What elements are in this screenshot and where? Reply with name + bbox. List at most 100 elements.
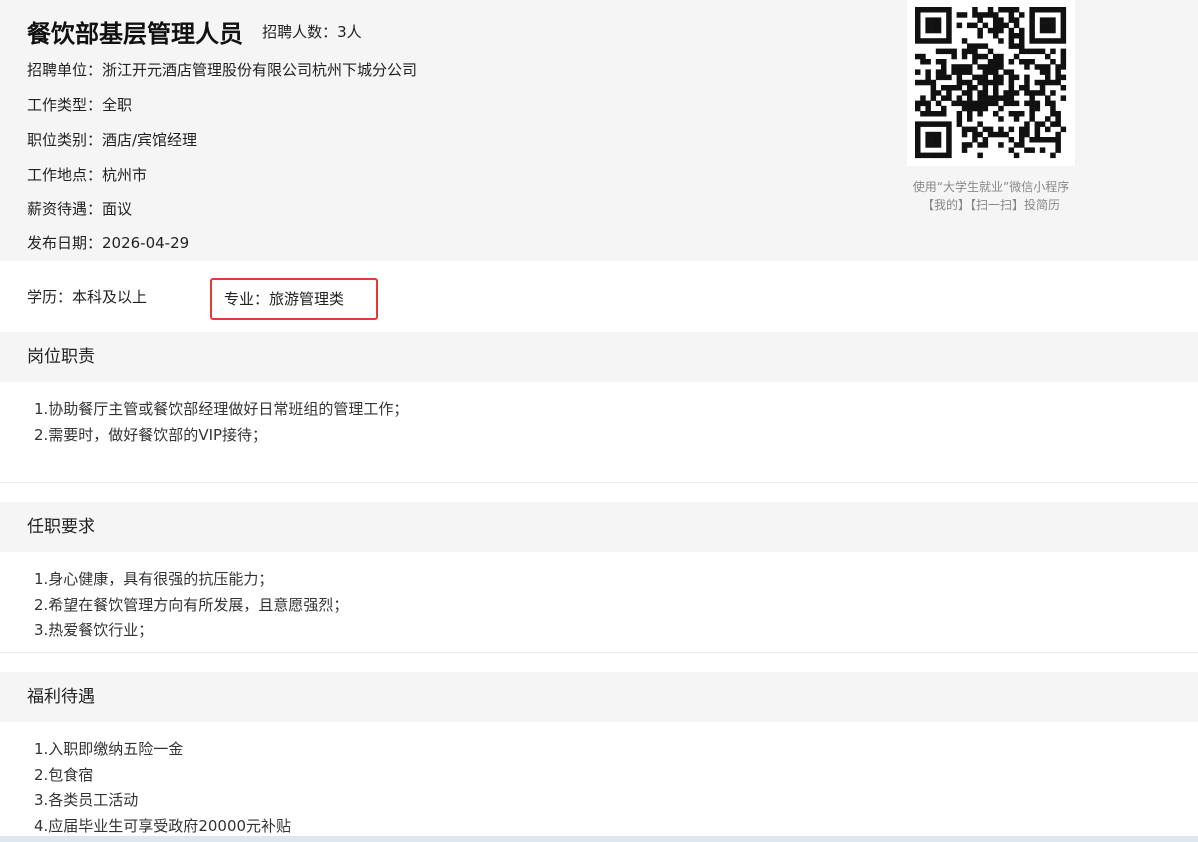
qr-module (1039, 38, 1046, 44)
qr-module (993, 12, 999, 18)
qr-module (1055, 74, 1061, 81)
qr-module (915, 147, 921, 153)
qr-module (967, 111, 973, 117)
qr-module (930, 27, 937, 34)
qr-module (930, 121, 937, 127)
qr-module (1050, 79, 1056, 86)
qr-caption-line2: 【我的】【扫一扫】投简历 (921, 198, 1060, 212)
qr-module (977, 27, 983, 34)
qr-module (987, 131, 994, 138)
qr-module (1024, 64, 1030, 70)
qr-module (1013, 74, 1020, 81)
qr-module (998, 59, 1004, 65)
qr-module (972, 105, 978, 112)
qr-module (951, 100, 957, 107)
qr-module (935, 7, 942, 13)
qr-module (1008, 100, 1015, 107)
qr-module (1029, 100, 1035, 107)
section-duties-header: 岗位职责 (0, 332, 1198, 382)
qr-module (946, 38, 952, 44)
qr-module (1034, 38, 1041, 44)
section-benefits-title: 福利待遇 (27, 687, 95, 707)
qr-module (1055, 64, 1061, 70)
qr-module (1003, 90, 1009, 96)
qr-module (1055, 121, 1061, 127)
section-requirements-list: 1.身心健康，具有很强的抗压能力； 2.希望在餐饮管理方向有所发展，且意愿强烈；… (34, 567, 348, 644)
qr-module (1045, 27, 1051, 34)
qr-module (930, 142, 937, 148)
qr-module (998, 7, 1004, 13)
qr-module (1045, 22, 1051, 29)
qr-module (1003, 7, 1009, 13)
qr-module (998, 27, 1004, 34)
qr-module (920, 79, 926, 86)
qr-module (1019, 38, 1025, 44)
qr-module (993, 131, 999, 138)
qr-module (1055, 7, 1061, 13)
qr-code[interactable] (907, 0, 1075, 166)
qr-module (987, 95, 994, 101)
qr-module (987, 69, 994, 75)
qr-module (982, 53, 989, 60)
qr-module (930, 90, 937, 96)
qr-module (1019, 131, 1025, 138)
qr-module (1060, 74, 1067, 81)
qr-module (935, 142, 942, 148)
qr-module (1050, 121, 1056, 127)
qr-module (1024, 90, 1030, 96)
qr-module (941, 38, 947, 44)
qr-caption: 使用“大学生就业”微信小程序 【我的】【扫一扫】投简历 (880, 178, 1102, 214)
section-duties-title: 岗位职责 (27, 347, 95, 367)
qr-module (1060, 53, 1067, 60)
qr-module (982, 69, 989, 75)
qr-module (1039, 90, 1046, 96)
qr-module (1060, 22, 1067, 29)
qr-module (987, 59, 994, 65)
qr-module (1039, 7, 1046, 13)
qr-module (1034, 48, 1041, 55)
qr-module (1050, 27, 1056, 34)
qr-module (925, 152, 931, 159)
qr-module (1019, 48, 1025, 55)
qr-module (946, 131, 952, 138)
qr-module (930, 17, 937, 23)
qr-module (1013, 90, 1020, 96)
qr-module (1034, 121, 1041, 127)
qr-module (956, 22, 963, 29)
qr-module (982, 85, 989, 91)
qr-module (998, 17, 1004, 23)
qr-module (1034, 126, 1041, 133)
qr-module (1050, 48, 1056, 55)
section-requirements-header: 任职要求 (0, 502, 1198, 552)
qr-module (961, 69, 968, 75)
qr-module (1039, 85, 1046, 91)
qr-module (1039, 137, 1046, 143)
qr-module (1034, 64, 1041, 70)
qr-module (1045, 100, 1051, 107)
qr-module (993, 69, 999, 75)
qr-module (1050, 137, 1056, 143)
qr-module (967, 95, 973, 101)
qr-module (920, 53, 926, 60)
qr-module (1060, 126, 1067, 133)
qr-module (920, 111, 926, 117)
qr-module (1019, 27, 1025, 34)
qr-module (915, 137, 921, 143)
qr-module (1029, 17, 1035, 23)
qr-module (915, 131, 921, 138)
qr-module (1039, 17, 1046, 23)
qr-module (972, 131, 978, 138)
qr-module (1024, 48, 1030, 55)
qr-module (1013, 22, 1020, 29)
qr-module (941, 48, 947, 55)
qr-module (982, 64, 989, 70)
qr-module (915, 142, 921, 148)
qr-module (915, 126, 921, 133)
qr-module (1024, 79, 1030, 86)
qr-module (972, 7, 978, 13)
qr-module (972, 85, 978, 91)
qr-module (961, 79, 968, 86)
qr-module (1060, 64, 1067, 70)
qr-module (956, 74, 963, 81)
qr-module (1019, 12, 1025, 18)
